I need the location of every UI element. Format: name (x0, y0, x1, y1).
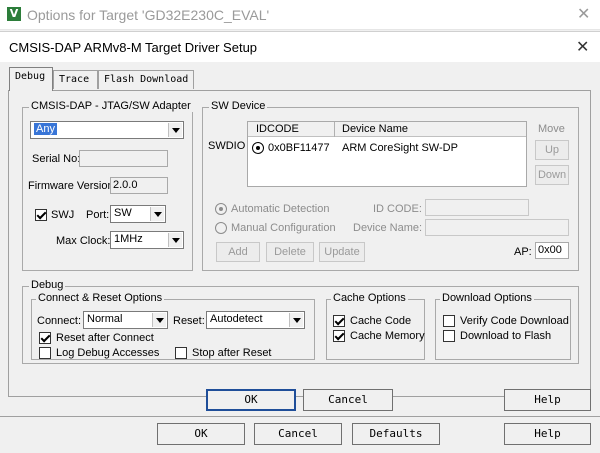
target-driver-setup-dialog: CMSIS-DAP ARMv8-M Target Driver Setup ✕ … (0, 31, 600, 417)
connect-reset-group-label: Connect & Reset Options (36, 292, 165, 304)
cache-memory-checkbox[interactable] (333, 330, 345, 342)
add-button[interactable]: Add (216, 242, 260, 262)
sw-device-group-label: SW Device (209, 100, 268, 112)
device-table: IDCODE Device Name 0x0BF11477 ARM CoreSi… (247, 121, 527, 187)
stop-after-reset-label: Stop after Reset (192, 347, 272, 359)
tab-debug[interactable]: Debug (9, 67, 53, 91)
outer-cancel-button[interactable]: Cancel (254, 423, 342, 445)
dialog-help-button[interactable]: Help (504, 389, 591, 411)
id-code-label: ID CODE: (373, 203, 422, 215)
reset-after-connect-label: Reset after Connect (56, 332, 154, 344)
device-idcode: 0x0BF11477 (268, 142, 330, 154)
adapter-select-value: Any (34, 123, 57, 135)
move-up-button[interactable]: Up (535, 140, 569, 160)
connect-select[interactable]: Normal (83, 311, 168, 329)
log-debug-accesses-checkbox[interactable] (39, 347, 51, 359)
device-name-label: Device Name: (353, 222, 423, 234)
cache-options-group-label: Cache Options (331, 292, 408, 304)
dialog-title: CMSIS-DAP ARMv8-M Target Driver Setup (9, 40, 258, 55)
verify-code-download-label: Verify Code Download (460, 315, 569, 327)
log-debug-accesses-label: Log Debug Accesses (56, 347, 160, 359)
cache-code-checkbox[interactable] (333, 315, 345, 327)
adapter-select[interactable]: Any (30, 121, 184, 139)
download-to-flash-checkbox[interactable] (443, 330, 455, 342)
firmware-field: 2.0.0 (110, 177, 168, 194)
dialog-titlebar: CMSIS-DAP ARMv8-M Target Driver Setup ✕ (0, 32, 600, 62)
ap-label: AP: (514, 246, 532, 258)
swj-label: SWJ (51, 209, 75, 221)
outer-help-button[interactable]: Help (504, 423, 591, 445)
dialog-close-icon[interactable]: ✕ (576, 39, 589, 55)
port-label: Port: (86, 209, 110, 221)
serial-field (79, 150, 168, 167)
port-select[interactable]: SW (110, 205, 166, 223)
automatic-detection-radio[interactable] (215, 203, 227, 215)
column-divider (334, 122, 335, 137)
tab-flash-download[interactable]: Flash Download (98, 70, 194, 89)
max-clock-select[interactable]: 1MHz (110, 231, 184, 249)
device-table-header: IDCODE Device Name (248, 122, 526, 137)
outer-ok-button[interactable]: OK (157, 423, 245, 445)
reset-label: Reset: (173, 315, 205, 327)
dialog-cancel-button[interactable]: Cancel (303, 389, 393, 411)
device-name: ARM CoreSight SW-DP (342, 142, 458, 154)
move-down-button[interactable]: Down (535, 165, 569, 185)
id-code-field[interactable] (425, 199, 529, 216)
update-button[interactable]: Update (319, 242, 365, 262)
automatic-detection-label: Automatic Detection (231, 203, 330, 215)
keil-app-icon: V (7, 7, 21, 21)
dialog-ok-button[interactable]: OK (206, 389, 296, 411)
reset-select-value: Autodetect (210, 313, 263, 325)
serial-label: Serial No: (32, 153, 81, 165)
swdio-label: SWDIO (208, 140, 246, 152)
outer-window-titlebar: V Options for Target 'GD32E230C_EVAL' ✕ (0, 0, 600, 30)
port-select-value: SW (114, 207, 132, 219)
outer-defaults-button[interactable]: Defaults (352, 423, 440, 445)
chevron-down-icon (289, 313, 303, 327)
reset-after-connect-checkbox[interactable] (39, 332, 51, 344)
table-row[interactable]: 0x0BF11477 ARM CoreSight SW-DP (248, 138, 526, 156)
column-device-name: Device Name (342, 123, 409, 135)
max-clock-label: Max Clock: (56, 235, 111, 247)
chevron-down-icon (168, 233, 182, 247)
reset-select[interactable]: Autodetect (206, 311, 305, 329)
move-label: Move (538, 123, 565, 135)
adapter-group-label: CMSIS-DAP - JTAG/SW Adapter (29, 100, 193, 112)
device-name-field[interactable] (425, 219, 569, 236)
column-idcode: IDCODE (256, 123, 299, 135)
swj-checkbox[interactable] (35, 209, 47, 221)
verify-code-download-checkbox[interactable] (443, 315, 455, 327)
chevron-down-icon (152, 313, 166, 327)
manual-configuration-radio[interactable] (215, 222, 227, 234)
tab-trace[interactable]: Trace (53, 70, 98, 89)
cache-memory-label: Cache Memory (350, 330, 425, 342)
outer-close-icon[interactable]: ✕ (577, 6, 590, 22)
debug-group-label: Debug (29, 279, 66, 291)
connect-select-value: Normal (87, 313, 123, 325)
delete-button[interactable]: Delete (266, 242, 314, 262)
manual-configuration-label: Manual Configuration (231, 222, 336, 234)
ap-field[interactable]: 0x00 (535, 242, 569, 259)
connect-label: Connect: (37, 315, 82, 327)
device-selected-icon (252, 142, 264, 154)
cache-code-label: Cache Code (350, 315, 412, 327)
download-to-flash-label: Download to Flash (460, 330, 552, 342)
chevron-down-icon (150, 207, 164, 221)
firmware-label: Firmware Version: (28, 180, 117, 192)
outer-window-title: Options for Target 'GD32E230C_EVAL' (27, 7, 270, 23)
max-clock-select-value: 1MHz (114, 233, 143, 245)
download-options-group-label: Download Options (440, 292, 534, 304)
chevron-down-icon (168, 123, 182, 137)
stop-after-reset-checkbox[interactable] (175, 347, 187, 359)
